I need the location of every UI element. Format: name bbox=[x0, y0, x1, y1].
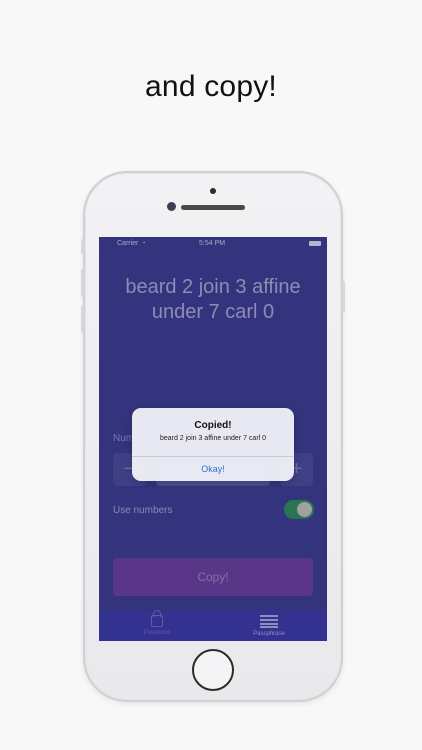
proximity-sensor bbox=[210, 188, 216, 194]
volume-down-button bbox=[81, 305, 84, 333]
side-button bbox=[81, 239, 84, 254]
alert-okay-button[interactable]: Okay! bbox=[132, 457, 294, 481]
earpiece-speaker bbox=[181, 205, 245, 210]
alert-message: beard 2 join 3 affine under 7 carl 0 bbox=[159, 435, 267, 442]
home-button[interactable] bbox=[192, 649, 234, 691]
headline: and copy! bbox=[145, 70, 277, 103]
phone-frame: Carrier ◔ 5:54 PM beard 2 join 3 affine u… bbox=[81, 171, 345, 702]
app-screen: Carrier ◔ 5:54 PM beard 2 join 3 affine u… bbox=[99, 237, 327, 641]
copied-alert: Copied! beard 2 join 3 affine under 7 ca… bbox=[132, 408, 294, 481]
front-camera bbox=[167, 202, 176, 211]
alert-title: Copied! bbox=[194, 420, 232, 431]
power-button bbox=[342, 281, 345, 313]
volume-up-button bbox=[81, 269, 84, 297]
